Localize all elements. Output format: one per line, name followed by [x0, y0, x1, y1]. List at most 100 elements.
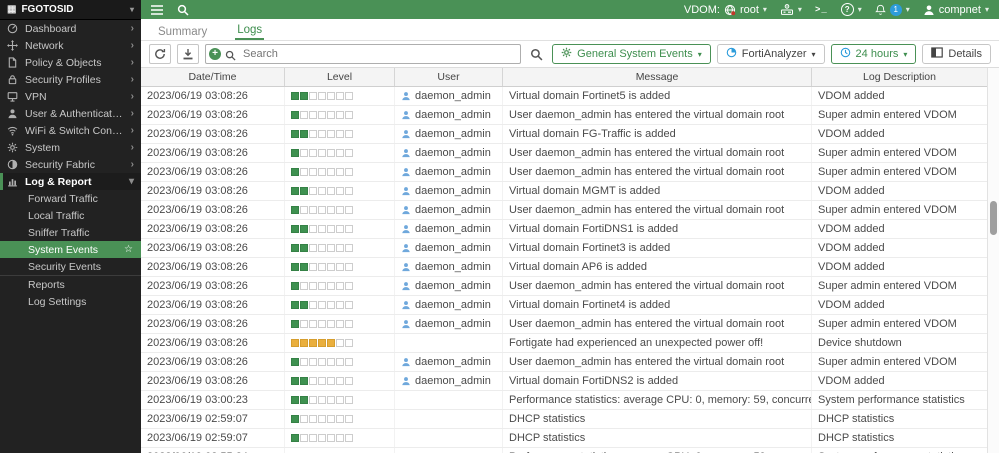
- level-square: [345, 434, 353, 442]
- device-status-caret-icon: ▾: [798, 5, 802, 14]
- log-row[interactable]: 2023/06/19 03:08:26 daemon_admin User da…: [141, 163, 987, 182]
- favorite-star-icon[interactable]: ☆: [124, 244, 133, 255]
- log-row[interactable]: 2023/06/19 03:08:26 daemon_admin Virtual…: [141, 372, 987, 391]
- sidebar-item-security-fabric[interactable]: Security Fabric›: [0, 156, 141, 173]
- sidebar-item-label: System: [25, 142, 124, 154]
- scrollbar-thumb[interactable]: [990, 201, 997, 235]
- sidebar-subitem-reports[interactable]: Reports: [0, 276, 141, 293]
- log-row[interactable]: 2023/06/19 02:59:07 DHCP statistics DHCP…: [141, 410, 987, 429]
- download-button[interactable]: [177, 44, 199, 64]
- level-square: [327, 225, 335, 233]
- help-menu[interactable]: ? ▾: [841, 3, 862, 16]
- log-row[interactable]: 2023/06/19 03:00:23 Performance statisti…: [141, 391, 987, 410]
- user-icon: [401, 129, 411, 139]
- user-menu[interactable]: compnet ▾: [923, 4, 989, 16]
- column-header-user[interactable]: User: [395, 68, 503, 86]
- column-header-message[interactable]: Message: [503, 68, 812, 86]
- cell-message: Virtual domain FortiDNS2 is added: [503, 372, 812, 390]
- lock-icon: [7, 74, 18, 85]
- sidebar-item-log-report[interactable]: Log & Report▾: [0, 173, 141, 190]
- log-row[interactable]: 2023/06/19 03:08:26 daemon_admin User da…: [141, 277, 987, 296]
- level-square: [300, 130, 308, 138]
- level-square: [318, 301, 326, 309]
- refresh-button[interactable]: [149, 44, 171, 64]
- user-avatar-icon: [923, 4, 935, 16]
- add-filter-icon[interactable]: +: [209, 48, 221, 60]
- cell-datetime: 2023/06/19 03:08:26: [141, 334, 285, 352]
- cell-user: daemon_admin: [395, 182, 503, 200]
- log-row[interactable]: 2023/06/19 02:55:24 Performance statisti…: [141, 448, 987, 453]
- sidebar-subitem-log-settings[interactable]: Log Settings: [0, 293, 141, 310]
- vdom-selector[interactable]: VDOM: root ▾: [684, 4, 767, 16]
- pie-chart-icon: [726, 47, 737, 61]
- cell-datetime: 2023/06/19 03:08:26: [141, 277, 285, 295]
- menu-collapse-button[interactable]: [151, 5, 163, 15]
- search-submit-button[interactable]: [527, 48, 546, 61]
- vdom-label: VDOM:: [684, 4, 720, 16]
- log-row[interactable]: 2023/06/19 03:08:26 daemon_admin User da…: [141, 106, 987, 125]
- sidebar-subitem-sniffer-traffic[interactable]: Sniffer Traffic: [0, 224, 141, 241]
- cell-message: Virtual domain Fortinet5 is added: [503, 87, 812, 105]
- log-row[interactable]: 2023/06/19 03:08:26 daemon_admin Virtual…: [141, 125, 987, 144]
- time-range-dropdown[interactable]: 24 hours ▾: [831, 44, 917, 64]
- log-row[interactable]: 2023/06/19 03:08:26 daemon_admin User da…: [141, 353, 987, 372]
- log-row[interactable]: 2023/06/19 03:08:26 daemon_admin Virtual…: [141, 87, 987, 106]
- chevron-right-icon: ›: [131, 125, 134, 136]
- log-row[interactable]: 2023/06/19 03:08:26 daemon_admin User da…: [141, 315, 987, 334]
- column-header-level[interactable]: Level: [285, 68, 395, 86]
- sidebar-subitem-system-events[interactable]: System Events☆: [0, 241, 141, 258]
- vertical-scrollbar[interactable]: [987, 68, 999, 453]
- sidebar-item-wifi-switch-controller[interactable]: WiFi & Switch Controller›: [0, 122, 141, 139]
- event-type-dropdown[interactable]: General System Events ▾: [552, 44, 711, 64]
- level-square: [309, 130, 317, 138]
- log-row[interactable]: 2023/06/19 03:08:26 daemon_admin User da…: [141, 144, 987, 163]
- search-input[interactable]: [205, 44, 521, 64]
- global-search-icon[interactable]: [177, 4, 189, 16]
- tab-summary[interactable]: Summary: [156, 23, 209, 40]
- log-row[interactable]: 2023/06/19 03:08:26 daemon_admin User da…: [141, 201, 987, 220]
- log-row[interactable]: 2023/06/19 02:59:07 DHCP statistics DHCP…: [141, 429, 987, 448]
- log-row[interactable]: 2023/06/19 03:08:26 daemon_admin Virtual…: [141, 182, 987, 201]
- sidebar-item-security-profiles[interactable]: Security Profiles›: [0, 71, 141, 88]
- sidebar: ▦ FGOTOSID ▾ Dashboard›Network›Policy & …: [0, 0, 141, 453]
- level-square: [291, 339, 299, 347]
- sidebar-item-vpn[interactable]: VPN›: [0, 88, 141, 105]
- cell-user: daemon_admin: [395, 315, 503, 333]
- sidebar-subitem-label: Reports: [28, 279, 65, 291]
- level-square: [345, 358, 353, 366]
- device-status-menu[interactable]: ▾: [780, 4, 802, 16]
- sidebar-subitem-forward-traffic[interactable]: Forward Traffic: [0, 190, 141, 207]
- sidebar-subitem-security-events[interactable]: Security Events: [0, 258, 141, 276]
- cli-console-button[interactable]: >_: [815, 5, 828, 15]
- sidebar-item-user-authentication[interactable]: User & Authentication›: [0, 105, 141, 122]
- notifications-menu[interactable]: 1 ▾: [875, 4, 910, 16]
- level-square: [336, 92, 344, 100]
- level-square: [327, 396, 335, 404]
- column-header-date-time[interactable]: Date/Time: [141, 68, 285, 86]
- log-row[interactable]: 2023/06/19 03:08:26 daemon_admin Virtual…: [141, 296, 987, 315]
- log-row[interactable]: 2023/06/19 03:08:26 daemon_admin Virtual…: [141, 258, 987, 277]
- level-square: [327, 263, 335, 271]
- column-header-log-description[interactable]: Log Description: [812, 68, 987, 86]
- level-square: [318, 206, 326, 214]
- level-square: [309, 320, 317, 328]
- level-square: [291, 225, 299, 233]
- cell-message: Virtual domain FG-Traffic is added: [503, 125, 812, 143]
- log-row[interactable]: 2023/06/19 03:08:26 Fortigate had experi…: [141, 334, 987, 353]
- cell-message: User daemon_admin has entered the virtua…: [503, 201, 812, 219]
- fortigate-app: ▦ FGOTOSID ▾ Dashboard›Network›Policy & …: [0, 0, 999, 453]
- level-square: [291, 92, 299, 100]
- log-row[interactable]: 2023/06/19 03:08:26 daemon_admin Virtual…: [141, 220, 987, 239]
- tab-logs[interactable]: Logs: [235, 21, 264, 40]
- sidebar-item-dashboard[interactable]: Dashboard›: [0, 20, 141, 37]
- details-button[interactable]: Details: [922, 44, 991, 64]
- log-row[interactable]: 2023/06/19 03:08:26 daemon_admin Virtual…: [141, 239, 987, 258]
- device-selector[interactable]: ▦ FGOTOSID ▾: [0, 0, 141, 20]
- sidebar-item-policy-objects[interactable]: Policy & Objects›: [0, 54, 141, 71]
- log-source-dropdown[interactable]: FortiAnalyzer ▾: [717, 44, 825, 64]
- level-square: [300, 225, 308, 233]
- sidebar-subitem-local-traffic[interactable]: Local Traffic: [0, 207, 141, 224]
- sidebar-item-system[interactable]: System›: [0, 139, 141, 156]
- level-square: [327, 111, 335, 119]
- sidebar-item-network[interactable]: Network›: [0, 37, 141, 54]
